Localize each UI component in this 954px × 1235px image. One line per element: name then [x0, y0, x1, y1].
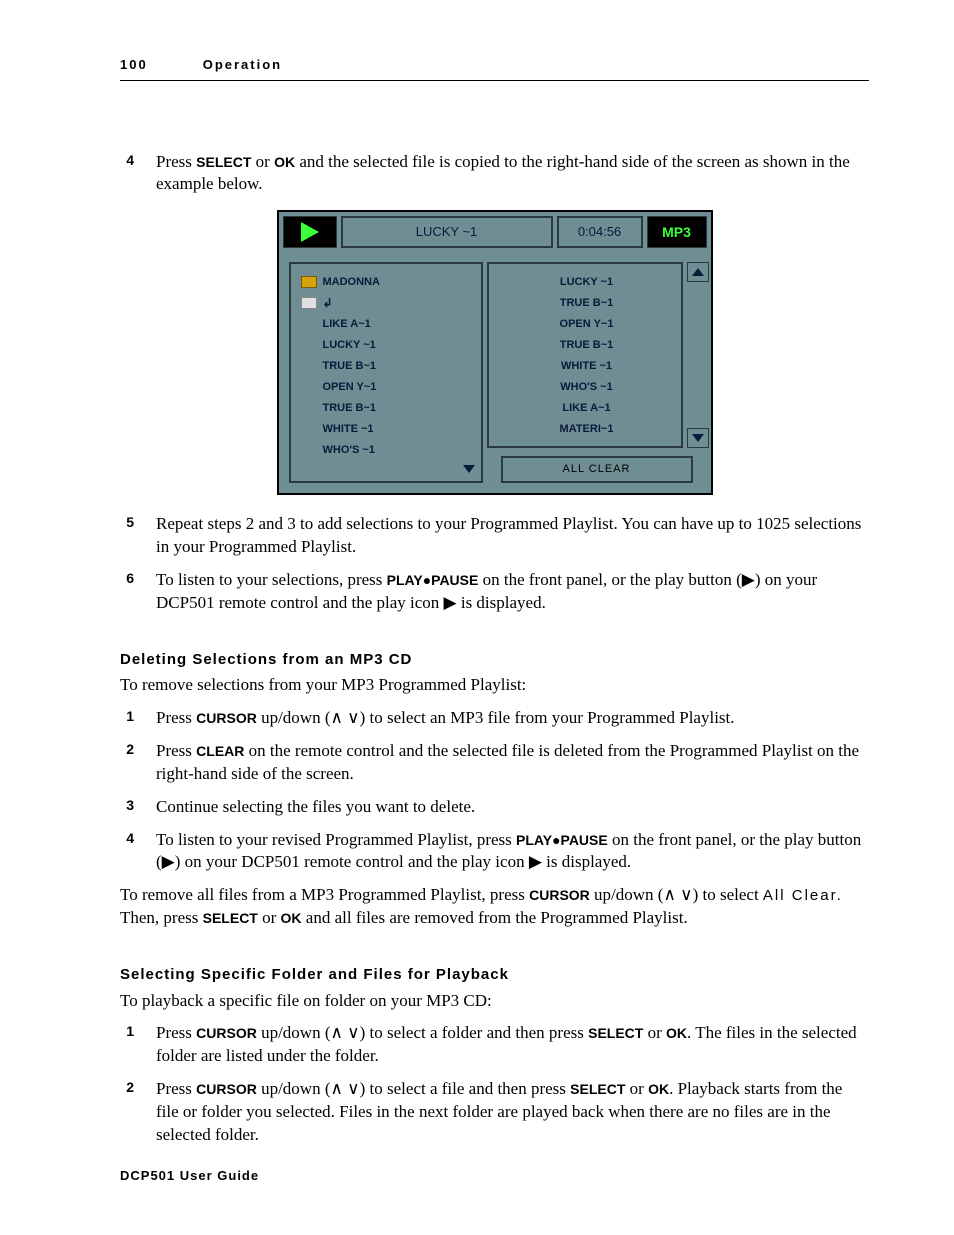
elapsed-time: 0:04:56 [557, 216, 643, 248]
del-step-1: 1 Press CURSOR up/down (∧ ∨) to select a… [120, 707, 869, 730]
list-item[interactable]: LUCKY ~1 [499, 272, 675, 293]
list-item[interactable]: TRUE B~1 [499, 293, 675, 314]
chevron-down-icon [692, 434, 704, 442]
folder-icon [301, 276, 317, 288]
heading-selecting: Selecting Specific Folder and Files for … [120, 965, 869, 985]
del-step-2: 2 Press CLEAR on the remote control and … [120, 740, 869, 786]
running-header: 100 Operation [120, 56, 869, 81]
list-item[interactable]: WHO'S ~1 [301, 440, 475, 461]
browser-panel: MADONNA ↲ LIKE A~1 LUCKY ~1 TRUE B~1 OPE… [289, 262, 483, 483]
step-number: 1 [120, 707, 134, 730]
del-step-4: 4 To listen to your revised Programmed P… [120, 829, 869, 875]
deleting-tail: To remove all files from a MP3 Programme… [120, 884, 869, 930]
chevron-up-icon [692, 268, 704, 276]
list-item[interactable]: MATERI~1 [499, 419, 675, 440]
list-item[interactable]: TRUE B~1 [499, 335, 675, 356]
list-item[interactable]: LIKE A~1 [301, 314, 475, 335]
page-number: 100 [120, 56, 148, 74]
playlist-panel: LUCKY ~1 TRUE B~1 OPEN Y~1 TRUE B~1 WHIT… [487, 262, 683, 448]
list-item[interactable]: TRUE B~1 [301, 356, 475, 377]
step-number: 4 [120, 151, 134, 197]
list-item[interactable]: OPEN Y~1 [499, 314, 675, 335]
step-number: 3 [120, 796, 134, 819]
return-icon: ↲ [323, 295, 333, 311]
list-item[interactable]: LUCKY ~1 [301, 335, 475, 356]
now-playing-title: LUCKY ~1 [341, 216, 553, 248]
step-number: 6 [120, 569, 134, 615]
scroll-down-icon[interactable] [463, 465, 475, 473]
scroll-down-button[interactable] [687, 428, 709, 448]
deleting-intro: To remove selections from your MP3 Progr… [120, 674, 869, 697]
list-item[interactable]: LIKE A~1 [499, 398, 675, 419]
heading-deleting: Deleting Selections from an MP3 CD [120, 650, 869, 670]
folder-open-icon [301, 297, 317, 309]
step-number: 2 [120, 740, 134, 786]
sel-step-1: 1 Press CURSOR up/down (∧ ∨) to select a… [120, 1022, 869, 1068]
selecting-intro: To playback a specific file on folder on… [120, 990, 869, 1013]
all-clear-button[interactable]: ALL CLEAR [501, 456, 693, 483]
step-body: To listen to your selections, press PLAY… [156, 569, 869, 615]
scroll-up-button[interactable] [687, 262, 709, 282]
footer: DCP501 User Guide [120, 1167, 259, 1185]
section-name: Operation [203, 56, 282, 74]
mp3-badge: MP3 [647, 216, 707, 248]
folder-row[interactable]: MADONNA [301, 272, 475, 293]
step-body: Repeat steps 2 and 3 to add selections t… [156, 513, 869, 559]
step-6: 6 To listen to your selections, press PL… [120, 569, 869, 615]
play-icon [301, 222, 319, 242]
list-item[interactable]: WHITE ~1 [499, 356, 675, 377]
step-4: 4 Press SELECT or OK and the selected fi… [120, 151, 869, 197]
list-item[interactable]: WHITE ~1 [301, 419, 475, 440]
sel-step-2: 2 Press CURSOR up/down (∧ ∨) to select a… [120, 1078, 869, 1147]
step-number: 2 [120, 1078, 134, 1147]
list-item[interactable]: TRUE B~1 [301, 398, 475, 419]
step-5: 5 Repeat steps 2 and 3 to add selections… [120, 513, 869, 559]
step-number: 1 [120, 1022, 134, 1068]
list-item[interactable]: WHO'S ~1 [499, 377, 675, 398]
del-step-3: 3 Continue selecting the files you want … [120, 796, 869, 819]
play-indicator [283, 216, 337, 248]
step-body: Press SELECT or OK and the selected file… [156, 151, 869, 197]
back-row[interactable]: ↲ [301, 293, 475, 314]
device-screenshot: LUCKY ~1 0:04:56 MP3 MADONNA ↲ LIKE A~1 … [277, 210, 713, 494]
folder-name: MADONNA [323, 275, 380, 290]
step-number: 4 [120, 829, 134, 875]
list-item[interactable]: OPEN Y~1 [301, 377, 475, 398]
step-number: 5 [120, 513, 134, 559]
playlist-scrollbar [687, 262, 707, 448]
